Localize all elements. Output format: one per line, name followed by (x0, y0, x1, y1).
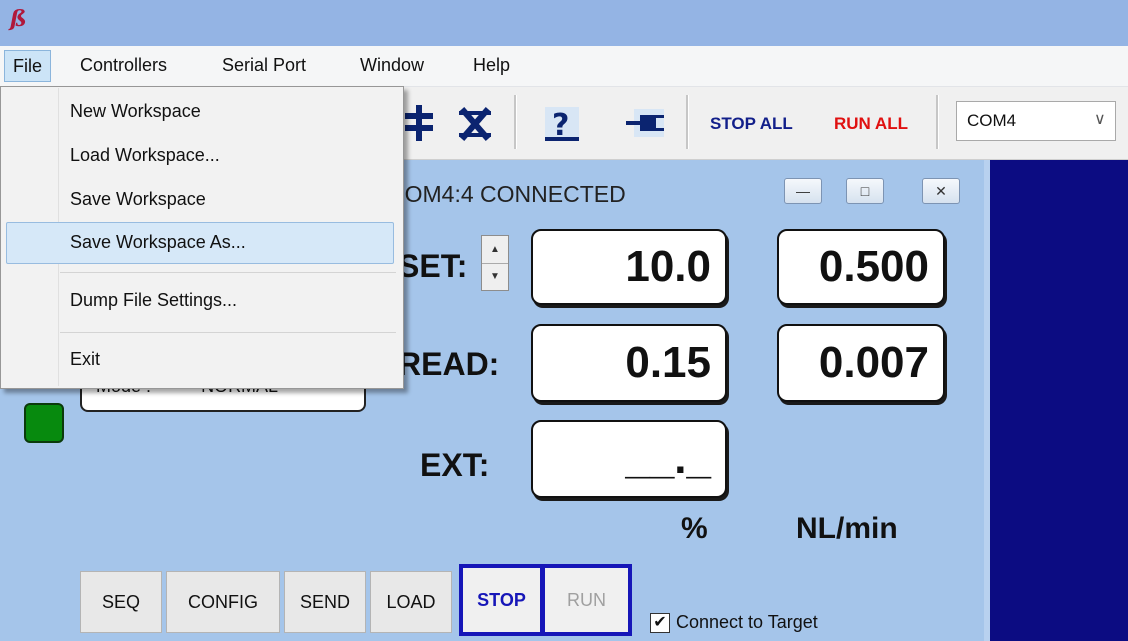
add-controller-icon[interactable] (402, 103, 442, 152)
minimize-button[interactable]: — (784, 178, 822, 204)
run-all-button[interactable]: RUN ALL (834, 114, 908, 134)
unit-flow: NL/min (796, 512, 898, 545)
menu-controllers[interactable]: Controllers (72, 50, 175, 80)
read-label: READ: (398, 346, 500, 382)
menu-help[interactable]: Help (465, 50, 518, 80)
close-button[interactable]: ✕ (922, 178, 960, 204)
menu-item-save-workspace[interactable]: Save Workspace (70, 189, 206, 210)
menu-separator (60, 332, 396, 333)
title-bar (0, 0, 1128, 46)
chevron-down-icon[interactable]: ∨ (1094, 109, 1106, 129)
menu-window[interactable]: Window (352, 50, 432, 80)
toolbar-separator (936, 95, 939, 149)
toolbar-separator (514, 95, 517, 149)
set-flow-value[interactable]: 0.500 (777, 229, 945, 305)
setpoint-spinner[interactable]: ▲ ▼ (481, 235, 509, 291)
connect-to-target-checkbox[interactable]: ✔ (650, 613, 670, 633)
spinner-down-icon[interactable]: ▼ (482, 263, 508, 290)
controller-window-title: COM4:4 CONNECTED (388, 181, 626, 207)
read-percent-value: 0.15 (531, 324, 727, 402)
menu-separator (60, 272, 396, 273)
ext-value: __._ (531, 420, 727, 498)
seq-button[interactable]: SEQ (80, 571, 162, 633)
connect-to-target-label: Connect to Target (676, 612, 818, 632)
config-button[interactable]: CONFIG (166, 571, 280, 633)
ext-label: EXT: (420, 447, 490, 483)
read-flow-value: 0.007 (777, 324, 945, 402)
stop-all-button[interactable]: STOP ALL (710, 114, 793, 134)
load-button[interactable]: LOAD (370, 571, 452, 633)
send-button[interactable]: SEND (284, 571, 366, 633)
toolbar-separator (686, 95, 689, 149)
status-led-green (24, 403, 64, 443)
menu-serial-port[interactable]: Serial Port (214, 50, 314, 80)
restore-button[interactable]: □ (846, 178, 884, 204)
remove-controller-icon[interactable] (456, 103, 496, 152)
menu-item-new-workspace[interactable]: New Workspace (70, 101, 201, 122)
com-port-select[interactable]: COM4 (956, 101, 1116, 141)
set-label: SET: (398, 248, 468, 284)
menu-file[interactable]: File (4, 50, 52, 82)
menu-item-dump-file-settings[interactable]: Dump File Settings... (70, 290, 237, 311)
menu-item-exit[interactable]: Exit (70, 349, 100, 370)
run-button[interactable]: RUN (544, 564, 632, 636)
spinner-up-icon[interactable]: ▲ (482, 236, 508, 264)
help-icon[interactable]: ? (543, 103, 583, 152)
menu-item-save-workspace-as[interactable]: Save Workspace As... (70, 232, 246, 253)
menu-item-load-workspace[interactable]: Load Workspace... (70, 145, 220, 166)
connect-plug-icon[interactable] (624, 103, 668, 152)
app-icon: ß (10, 6, 27, 32)
set-percent-value[interactable]: 10.0 (531, 229, 727, 305)
unit-percent: % (681, 512, 708, 545)
stop-button[interactable]: STOP (459, 564, 544, 636)
